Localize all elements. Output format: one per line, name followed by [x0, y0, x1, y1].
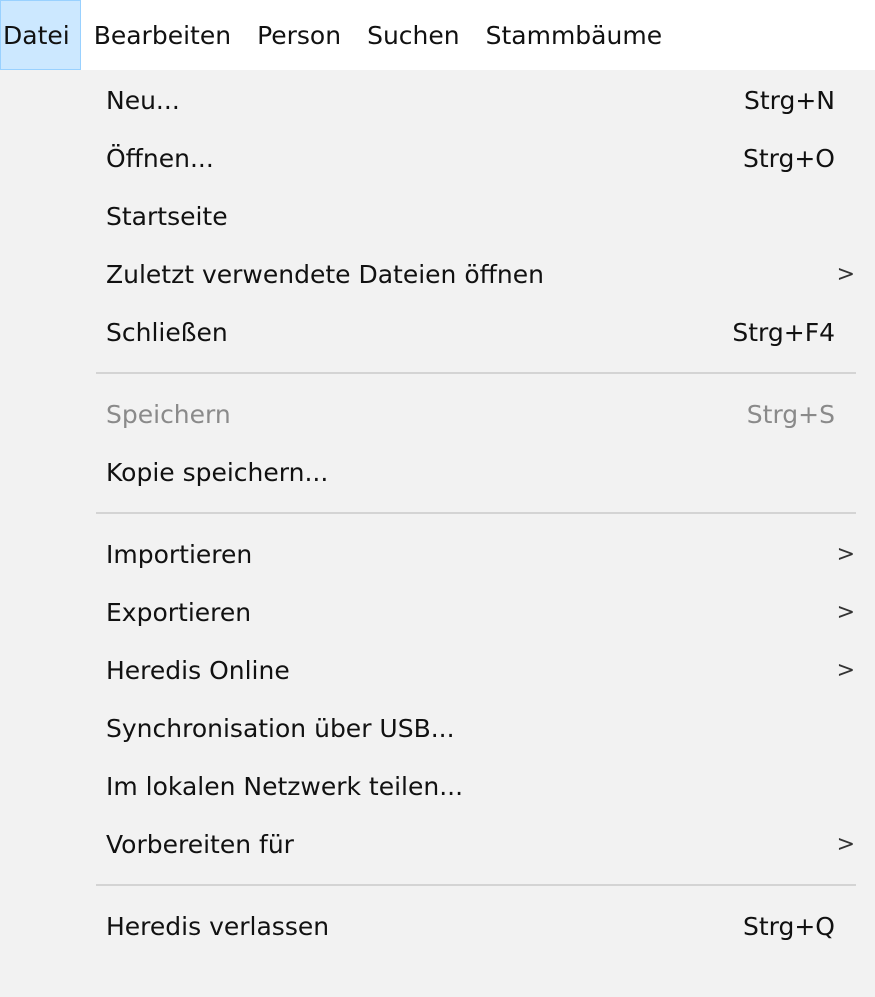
menu-item-heredis-online[interactable]: Heredis Online > — [0, 642, 875, 700]
menu-datei[interactable]: Datei — [0, 0, 81, 70]
menu-item-synchronisation-usb[interactable]: Synchronisation über USB... — [0, 700, 875, 758]
menu-item-oeffnen[interactable]: Öffnen... Strg+O — [0, 130, 875, 188]
menu-separator — [96, 512, 856, 514]
menu-item-exportieren[interactable]: Exportieren > — [0, 584, 875, 642]
datei-dropdown-menu: Neu... Strg+N Öffnen... Strg+O Startseit… — [0, 70, 875, 997]
menu-item-label: Zuletzt verwendete Dateien öffnen — [106, 260, 544, 289]
menu-item-shortcut: Strg+N — [743, 86, 835, 115]
menu-item-importieren[interactable]: Importieren > — [0, 526, 875, 584]
menu-item-label: Synchronisation über USB... — [106, 714, 455, 743]
menu-person[interactable]: Person — [244, 0, 354, 70]
menu-item-netzwerk-teilen[interactable]: Im lokalen Netzwerk teilen... — [0, 758, 875, 816]
menu-item-label: Exportieren — [106, 598, 252, 627]
menu-item-label: Kopie speichern... — [106, 458, 329, 487]
menu-item-speichern: Speichern Strg+S — [0, 386, 875, 444]
menu-item-kopie-speichern[interactable]: Kopie speichern... — [0, 444, 875, 502]
menu-bearbeiten[interactable]: Bearbeiten — [81, 0, 244, 70]
menu-stammbaeume[interactable]: Stammbäume — [473, 0, 675, 70]
menu-item-label: Heredis verlassen — [106, 912, 330, 941]
chevron-right-icon: > — [836, 542, 855, 567]
menu-item-shortcut: Strg+Q — [742, 912, 835, 941]
menu-item-neu[interactable]: Neu... Strg+N — [0, 72, 875, 130]
menu-item-heredis-verlassen[interactable]: Heredis verlassen Strg+Q — [0, 898, 875, 956]
menu-item-zuletzt-verwendet[interactable]: Zuletzt verwendete Dateien öffnen > — [0, 246, 875, 304]
chevron-right-icon: > — [836, 600, 855, 625]
menu-item-label: Speichern — [106, 400, 231, 429]
chevron-right-icon: > — [836, 658, 855, 683]
menu-item-label: Importieren — [106, 540, 253, 569]
menu-item-shortcut: Strg+O — [742, 144, 835, 173]
menu-item-shortcut: Strg+F4 — [732, 318, 835, 347]
menu-item-label: Neu... — [106, 86, 180, 115]
menu-item-vorbereiten-fuer[interactable]: Vorbereiten für > — [0, 816, 875, 874]
menu-separator — [96, 884, 856, 886]
menu-item-label: Öffnen... — [106, 144, 214, 173]
menu-bar: Datei Bearbeiten Person Suchen Stammbäum… — [0, 0, 875, 70]
menu-item-label: Heredis Online — [106, 656, 290, 685]
chevron-right-icon: > — [836, 262, 855, 287]
menu-item-startseite[interactable]: Startseite — [0, 188, 875, 246]
menu-suchen[interactable]: Suchen — [354, 0, 473, 70]
menu-item-label: Startseite — [106, 202, 228, 231]
menu-item-schliessen[interactable]: Schließen Strg+F4 — [0, 304, 875, 362]
menu-item-label: Im lokalen Netzwerk teilen... — [106, 772, 464, 801]
menu-separator — [96, 372, 856, 374]
menu-item-shortcut: Strg+S — [746, 400, 835, 429]
menu-item-label: Vorbereiten für — [106, 830, 294, 859]
menu-item-label: Schließen — [106, 318, 228, 347]
chevron-right-icon: > — [836, 832, 855, 857]
